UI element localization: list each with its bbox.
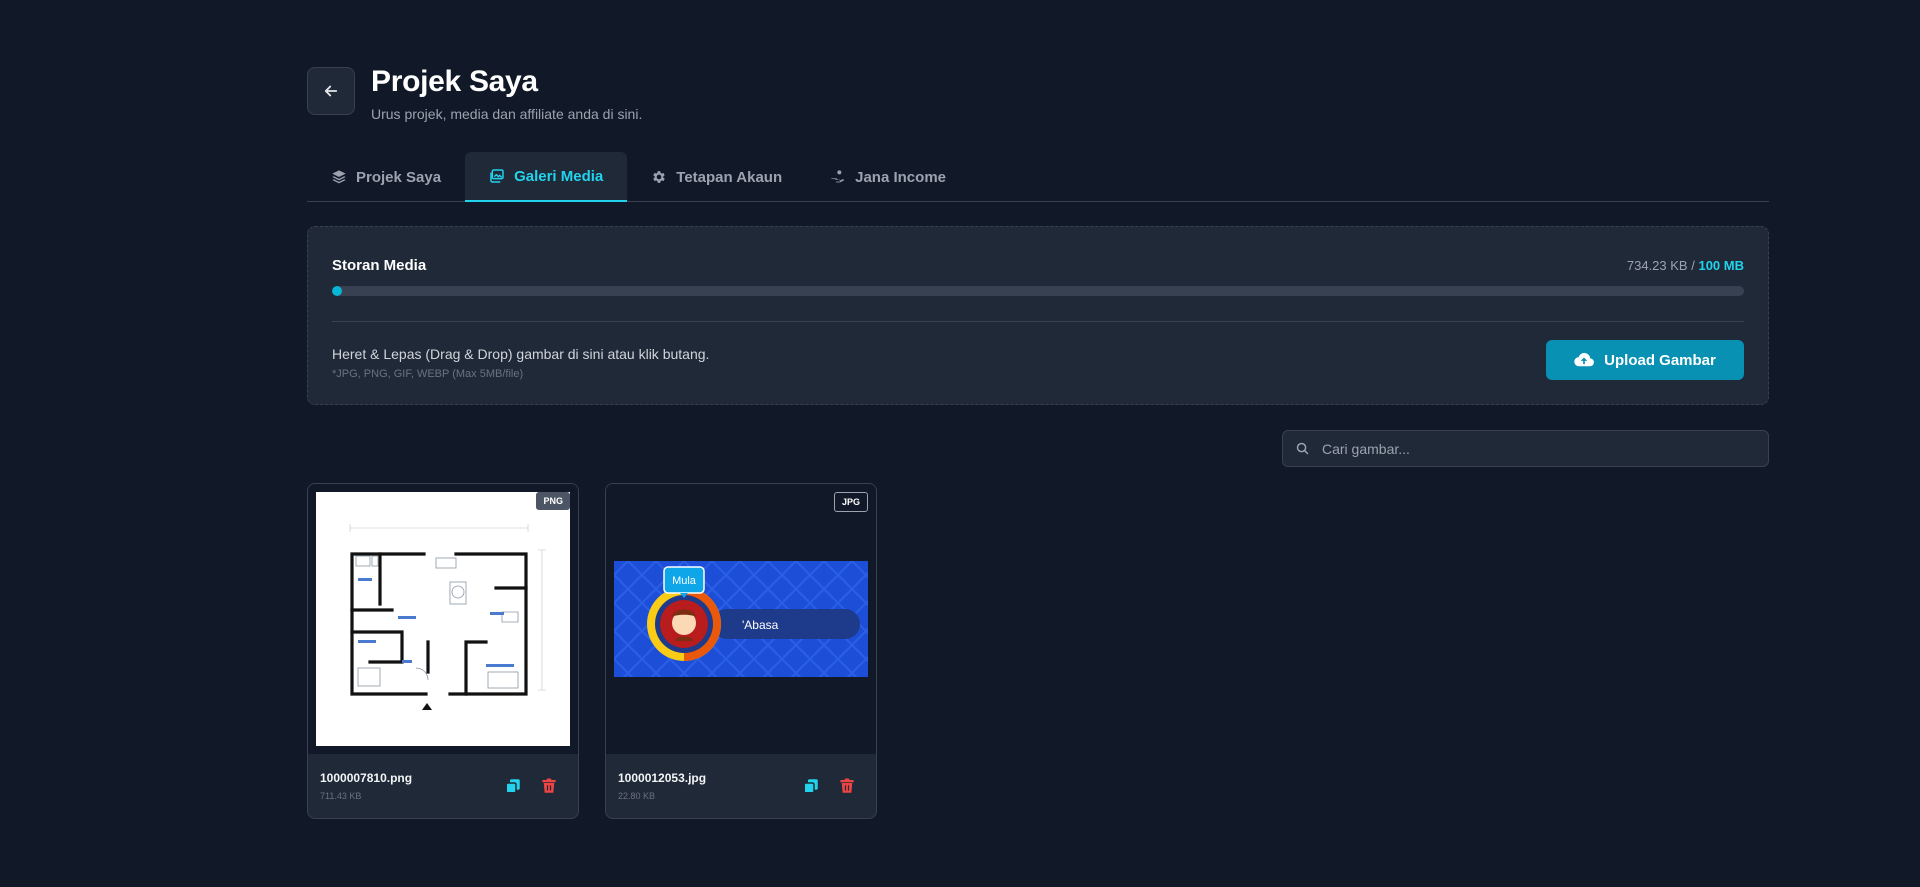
image-gallery-icon <box>490 169 504 183</box>
media-thumbnail[interactable]: PNG <box>308 484 578 754</box>
page-subtitle: Urus projek, media dan affiliate anda di… <box>371 106 643 122</box>
media-filename: 1000012053.jpg <box>618 771 707 785</box>
arrow-left-icon <box>324 85 338 97</box>
storage-used: 734.23 KB <box>1626 257 1688 273</box>
divider <box>332 321 1744 322</box>
search-box <box>1282 430 1769 467</box>
media-thumbnail[interactable]: Mula 'Abasa JPG <box>606 484 876 754</box>
upload-image-button[interactable]: Upload Gambar <box>1546 340 1744 380</box>
storage-max: 100 MB <box>1698 257 1744 273</box>
media-actions <box>504 777 558 795</box>
trash-icon[interactable] <box>838 777 856 795</box>
media-gallery: PNG 1000007810.png 711.43 KB Mula 'Abasa… <box>307 483 877 819</box>
media-filesize: 711.43 KB <box>320 791 362 801</box>
tab-bar: Projek Saya Galeri Media Tetapan Akaun J… <box>307 152 1769 202</box>
cloud-upload-icon <box>1574 352 1595 367</box>
upload-button-label: Upload Gambar <box>1604 351 1716 369</box>
tab-projek-saya[interactable]: Projek Saya <box>307 152 465 202</box>
tab-tetapan-akaun[interactable]: Tetapan Akaun <box>627 152 806 202</box>
storage-progress-bar <box>332 286 1744 296</box>
media-filename: 1000007810.png <box>320 771 413 785</box>
media-filesize: 22.80 KB <box>618 791 656 801</box>
tab-label: Tetapan Akaun <box>676 168 783 186</box>
storage-usage: 734.23 KB / 100 MB <box>1627 258 1744 273</box>
copy-icon[interactable] <box>504 777 522 795</box>
media-info: 1000007810.png 711.43 KB <box>320 771 412 801</box>
quran-banner-image: Mula 'Abasa <box>614 561 868 677</box>
tab-jana-income[interactable]: Jana Income <box>806 152 970 202</box>
banner-badge-text: Mula <box>672 575 697 587</box>
page-title: Projek Saya <box>371 65 538 98</box>
trash-icon[interactable] <box>540 777 558 795</box>
storage-progress-fill <box>332 286 343 296</box>
gear-icon <box>653 171 665 183</box>
hand-coin-icon <box>831 170 845 183</box>
storage-header: Storan Media 734.23 KB / 100 MB <box>332 253 1744 277</box>
media-actions <box>802 777 856 795</box>
storage-dropzone[interactable]: Storan Media 734.23 KB / 100 MB Heret & … <box>307 226 1769 405</box>
upload-format-hint: *JPG, PNG, GIF, WEBP (Max 5MB/file) <box>332 368 524 380</box>
page-container: Projek Saya Urus projek, media dan affil… <box>307 66 1769 819</box>
back-button[interactable] <box>307 67 355 115</box>
copy-icon[interactable] <box>802 777 820 795</box>
storage-label: Storan Media <box>332 256 427 274</box>
media-card-footer: 1000012053.jpg 22.80 KB <box>606 754 876 818</box>
tab-galeri-media[interactable]: Galeri Media <box>465 152 628 202</box>
upload-instruction: Heret & Lepas (Drag & Drop) gambar di si… <box>332 346 710 362</box>
tab-label: Jana Income <box>855 168 946 186</box>
file-type-badge: JPG <box>833 492 868 512</box>
header-text: Projek Saya Urus projek, media dan affil… <box>371 65 643 123</box>
floor-plan-image <box>316 492 570 746</box>
media-card-footer: 1000007810.png 711.43 KB <box>308 754 578 818</box>
page-header: Projek Saya Urus projek, media dan affil… <box>307 66 1769 146</box>
search-icon <box>1296 442 1309 455</box>
media-card[interactable]: Mula 'Abasa JPG 1000012053.jpg 22.80 KB <box>605 483 877 819</box>
file-type-badge: PNG <box>536 492 570 510</box>
search-input[interactable] <box>1322 440 1768 457</box>
layers-icon <box>332 170 346 184</box>
media-card[interactable]: PNG 1000007810.png 711.43 KB <box>307 483 579 819</box>
storage-separator: / <box>1691 257 1695 273</box>
tab-label: Projek Saya <box>356 168 442 186</box>
media-info: 1000012053.jpg 22.80 KB <box>618 771 706 801</box>
banner-title-text: 'Abasa <box>742 618 779 632</box>
tab-label: Galeri Media <box>514 167 604 185</box>
upload-info: Heret & Lepas (Drag & Drop) gambar di si… <box>332 346 709 380</box>
upload-row: Heret & Lepas (Drag & Drop) gambar di si… <box>332 340 1744 380</box>
